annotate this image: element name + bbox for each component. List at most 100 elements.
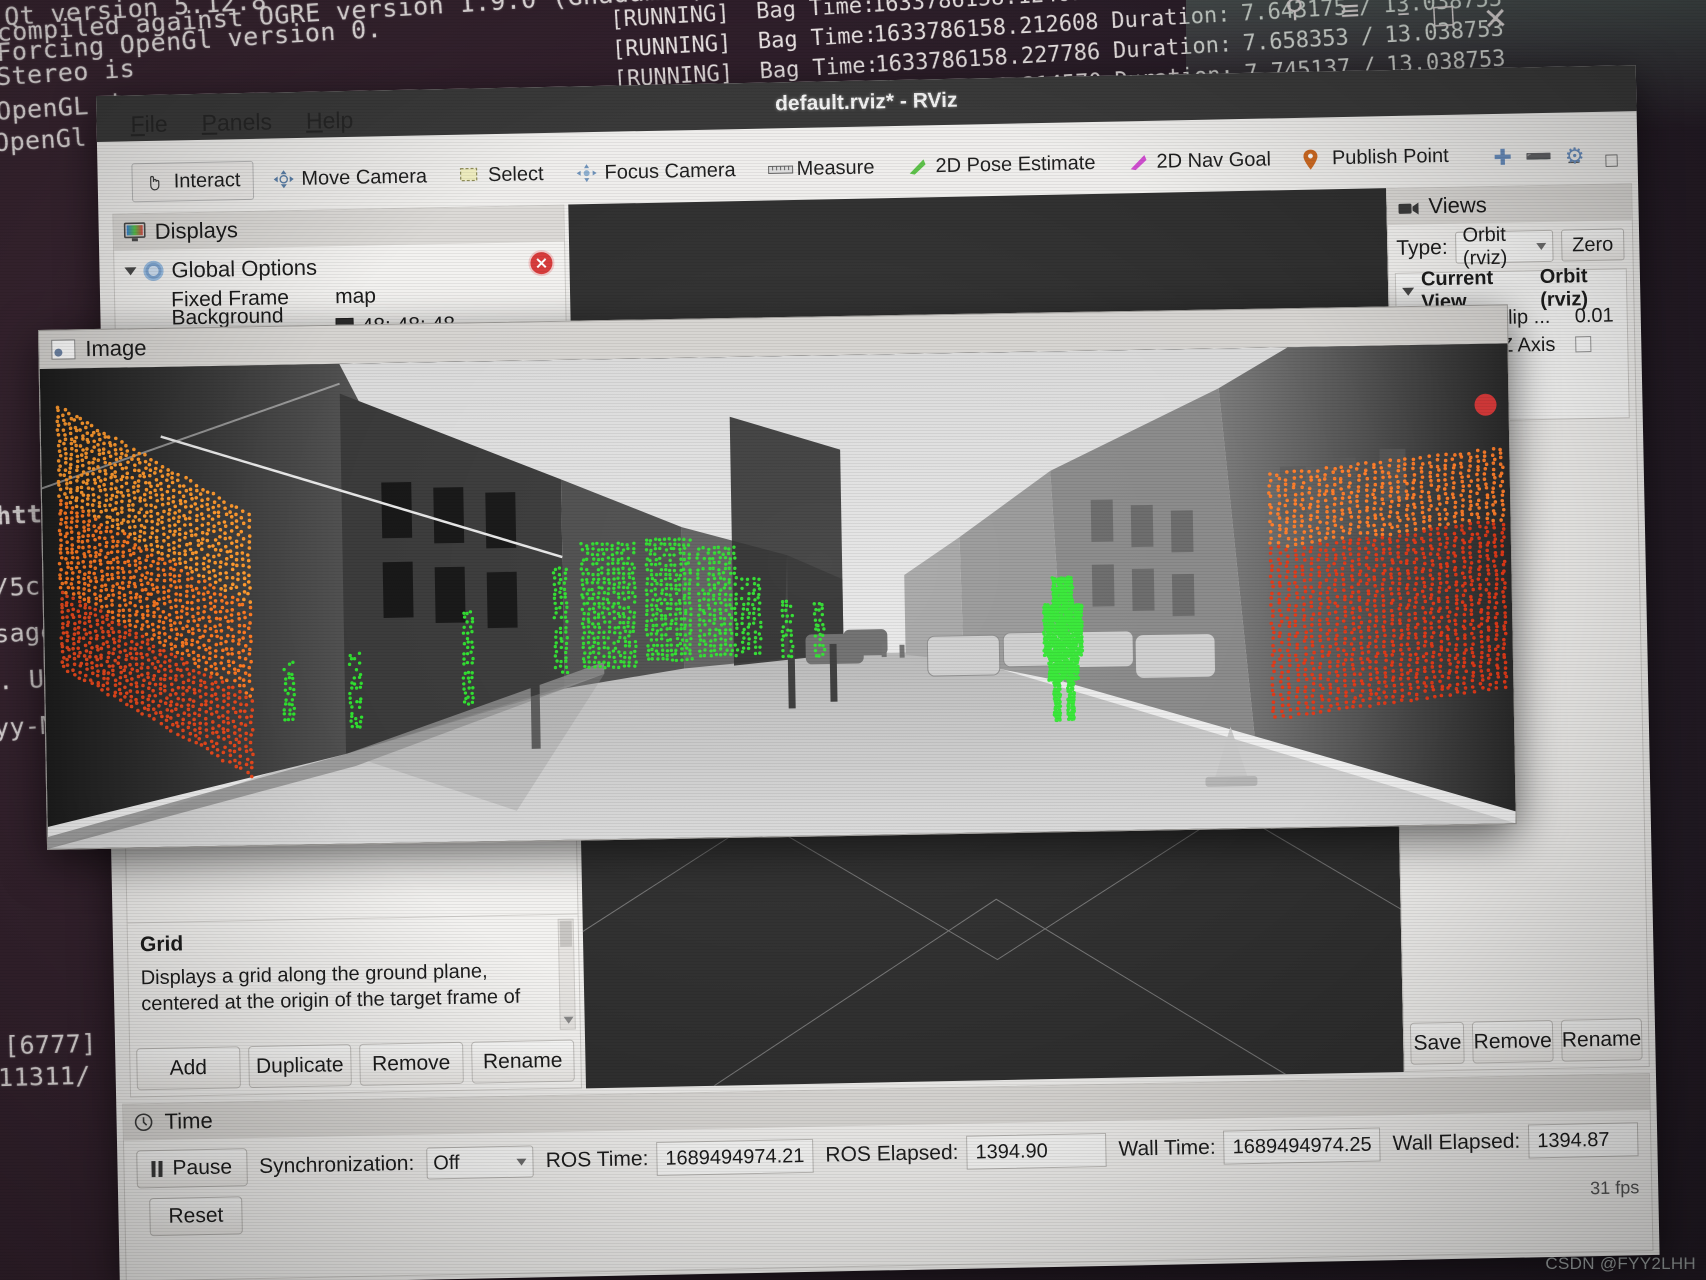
fps-indicator: 31 fps [1590,1177,1639,1199]
chevron-down-icon[interactable] [1402,288,1414,296]
toolbar-button-publish-point[interactable]: Publish Point [1290,136,1462,178]
log-status: [RUNNING] [611,31,731,63]
scroll-down-icon[interactable] [564,1017,574,1024]
global-options-label: Global Options [171,255,317,284]
watermark: CSDN @FYY2LHH [1545,1254,1696,1274]
clock-icon [133,1112,155,1132]
close-button[interactable]: ✕ [1482,1,1509,37]
sync-value: Off [433,1151,460,1175]
wall-time-label: Wall Time: [1118,1136,1216,1162]
toolbar-button-label: 2D Nav Goal [1156,148,1271,173]
ros-elapsed-field[interactable]: 1394.90 [966,1133,1107,1170]
gear-icon [143,261,163,281]
toolbar-button-focus-camera[interactable]: Focus Camera [562,150,749,193]
log-separator: / [1360,24,1375,50]
green-arrow-icon [906,156,928,176]
rviz-window-title: default.rviz* - RViz [775,89,958,117]
description-title: Grid [140,923,556,959]
pause-button[interactable]: Pause [136,1148,247,1188]
chevron-down-icon[interactable] [1536,242,1546,249]
image-thumbnail-icon [51,339,75,359]
hamburger-icon[interactable]: ≡ [1338,0,1361,27]
log-duration-value: 7.658353 [1242,25,1349,56]
displays-button-row[interactable]: Add Duplicate Remove Rename [136,1040,575,1091]
description-scrollbar[interactable] [558,919,576,1030]
ros-time-label: ROS Time: [546,1147,649,1173]
views-camera-icon [1397,196,1419,216]
time-panel-title: Time [164,1108,213,1135]
minimize-button[interactable]: – [1396,0,1411,28]
toolbar-button-2d-pose-estimate[interactable]: 2D Pose Estimate [893,143,1109,186]
toolbar-button-move-camera[interactable]: Move Camera [259,157,440,200]
wall-elapsed-label: Wall Elapsed: [1392,1130,1520,1157]
image-window-title: Image [85,335,147,362]
image-canvas[interactable] [40,343,1516,849]
wall-time-field[interactable]: 1689494974.25 [1223,1127,1381,1164]
wall-elapsed-group: Wall Elapsed: 1394.87 [1392,1122,1638,1161]
sync-select[interactable]: Off [426,1145,534,1179]
ros-elapsed-label: ROS Elapsed: [825,1141,959,1168]
views-save-button[interactable]: Save [1410,1022,1465,1065]
move-camera-icon [272,169,294,189]
plus-icon[interactable]: ✚ [1487,144,1517,165]
wall-time-group: Wall Time: 1689494974.25 [1118,1127,1381,1166]
rviz-menubar[interactable]: File Panels Help [130,107,353,138]
displays-duplicate-button[interactable]: Duplicate [248,1044,352,1088]
focus-camera-icon [575,163,597,183]
reset-button[interactable]: Reset [149,1196,243,1236]
views-button-row[interactable]: Save Remove Rename [1410,1018,1643,1065]
views-rename-button[interactable]: Rename [1560,1018,1642,1062]
views-remove-button[interactable]: Remove [1472,1020,1553,1064]
current-view-row[interactable]: Current View Orbit (rviz) [1396,273,1627,306]
display-description: Grid Displays a grid along the ground pl… [128,914,580,1043]
menu-help[interactable]: Help [306,107,354,135]
magenta-arrow-icon [1127,152,1149,172]
pause-button-label: Pause [172,1155,232,1180]
search-icon[interactable]: ⚲ [1284,0,1305,24]
toolbar-button-label: Select [488,163,544,187]
view-type-select[interactable]: Orbit (rviz) [1455,230,1553,264]
view-type-value: Orbit (rviz) [1462,223,1546,271]
near-clip-value: 0.01 [1574,304,1613,328]
log-bag-label: Bag Time: [757,23,877,55]
displays-row-value[interactable]: map [335,284,376,309]
zero-button[interactable]: Zero [1561,228,1625,261]
log-status: [RUNNING] [610,1,730,33]
toolbar-button-2d-nav-goal[interactable]: 2D Nav Goal [1114,140,1284,182]
displays-remove-button[interactable]: Remove [359,1042,463,1086]
maximize-button[interactable]: □ [1431,0,1457,31]
log-duration-label: Duration: [1112,32,1232,64]
log-duration-label: Duration: [1111,2,1231,34]
wall-elapsed-field[interactable]: 1394.87 [1528,1122,1639,1158]
terminal-fragment-bottom-1: 11311/ [0,1061,91,1092]
chevron-down-icon[interactable] [124,267,136,275]
menu-file[interactable]: File [130,111,168,139]
view-type-row[interactable]: Type: Orbit (rviz) Zero [1388,220,1633,265]
displays-rename-button[interactable]: Rename [471,1040,575,1084]
toolbar-button-select[interactable]: Select [446,154,557,195]
toolbar-button-measure[interactable]: Measure [754,148,888,190]
camera-scene [40,343,1516,849]
gear-icon[interactable]: ⚙ [1559,143,1589,164]
displays-monitor-icon [124,222,146,242]
invert-z-checkbox[interactable] [1575,336,1591,352]
toolbar-button-label: Focus Camera [604,159,736,185]
chevron-down-icon[interactable] [517,1158,527,1165]
displays-add-button[interactable]: Add [136,1046,240,1090]
views-panel-header: Views [1387,184,1632,225]
sync-label: Synchronization: [259,1152,415,1179]
view-type-label: Type: [1396,236,1448,261]
menu-panels[interactable]: Panels [201,108,272,136]
displays-panel-title: Displays [154,217,238,245]
pause-icon [151,1161,165,1177]
time-panel[interactable]: Time Pause Synchronization: Off ROS Time… [122,1073,1653,1280]
toolbar-button-interact[interactable]: Interact [131,160,253,201]
toolbar-button-label: Publish Point [1332,144,1449,169]
scrollbar-thumb[interactable] [560,921,573,947]
image-display-window[interactable]: Image [38,304,1517,850]
minus-icon[interactable]: ➖ [1523,144,1553,165]
toolbar-button-label: 2D Pose Estimate [935,151,1096,177]
ros-time-field[interactable]: 1689494974.21 [656,1139,814,1176]
log-bag-label: Bag Time: [755,0,875,25]
toolbar-button-label: Measure [796,156,874,181]
